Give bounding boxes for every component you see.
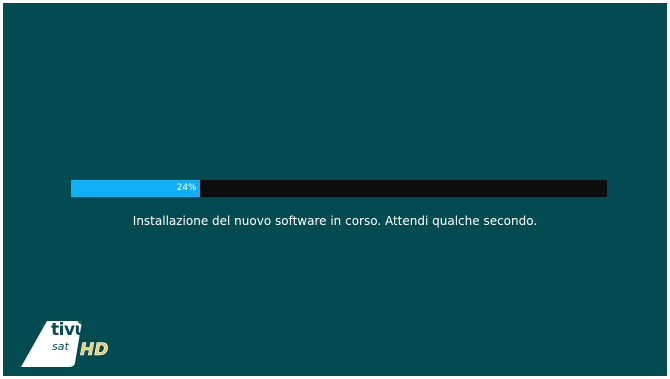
progress-bar: 24% bbox=[71, 180, 607, 197]
update-screen: 24% Installazione del nuovo software in … bbox=[3, 3, 667, 376]
logo-sub-text: sat bbox=[52, 340, 69, 353]
status-message: Installazione del nuovo software in cors… bbox=[132, 214, 538, 228]
progress-fill: 24% bbox=[71, 180, 200, 197]
progress-percentage: 24% bbox=[176, 183, 197, 193]
logo-brand-text: tivù bbox=[51, 320, 87, 340]
tivusat-hd-logo: tivù sat HD bbox=[17, 319, 117, 371]
logo-hd-text: HD bbox=[80, 340, 109, 361]
